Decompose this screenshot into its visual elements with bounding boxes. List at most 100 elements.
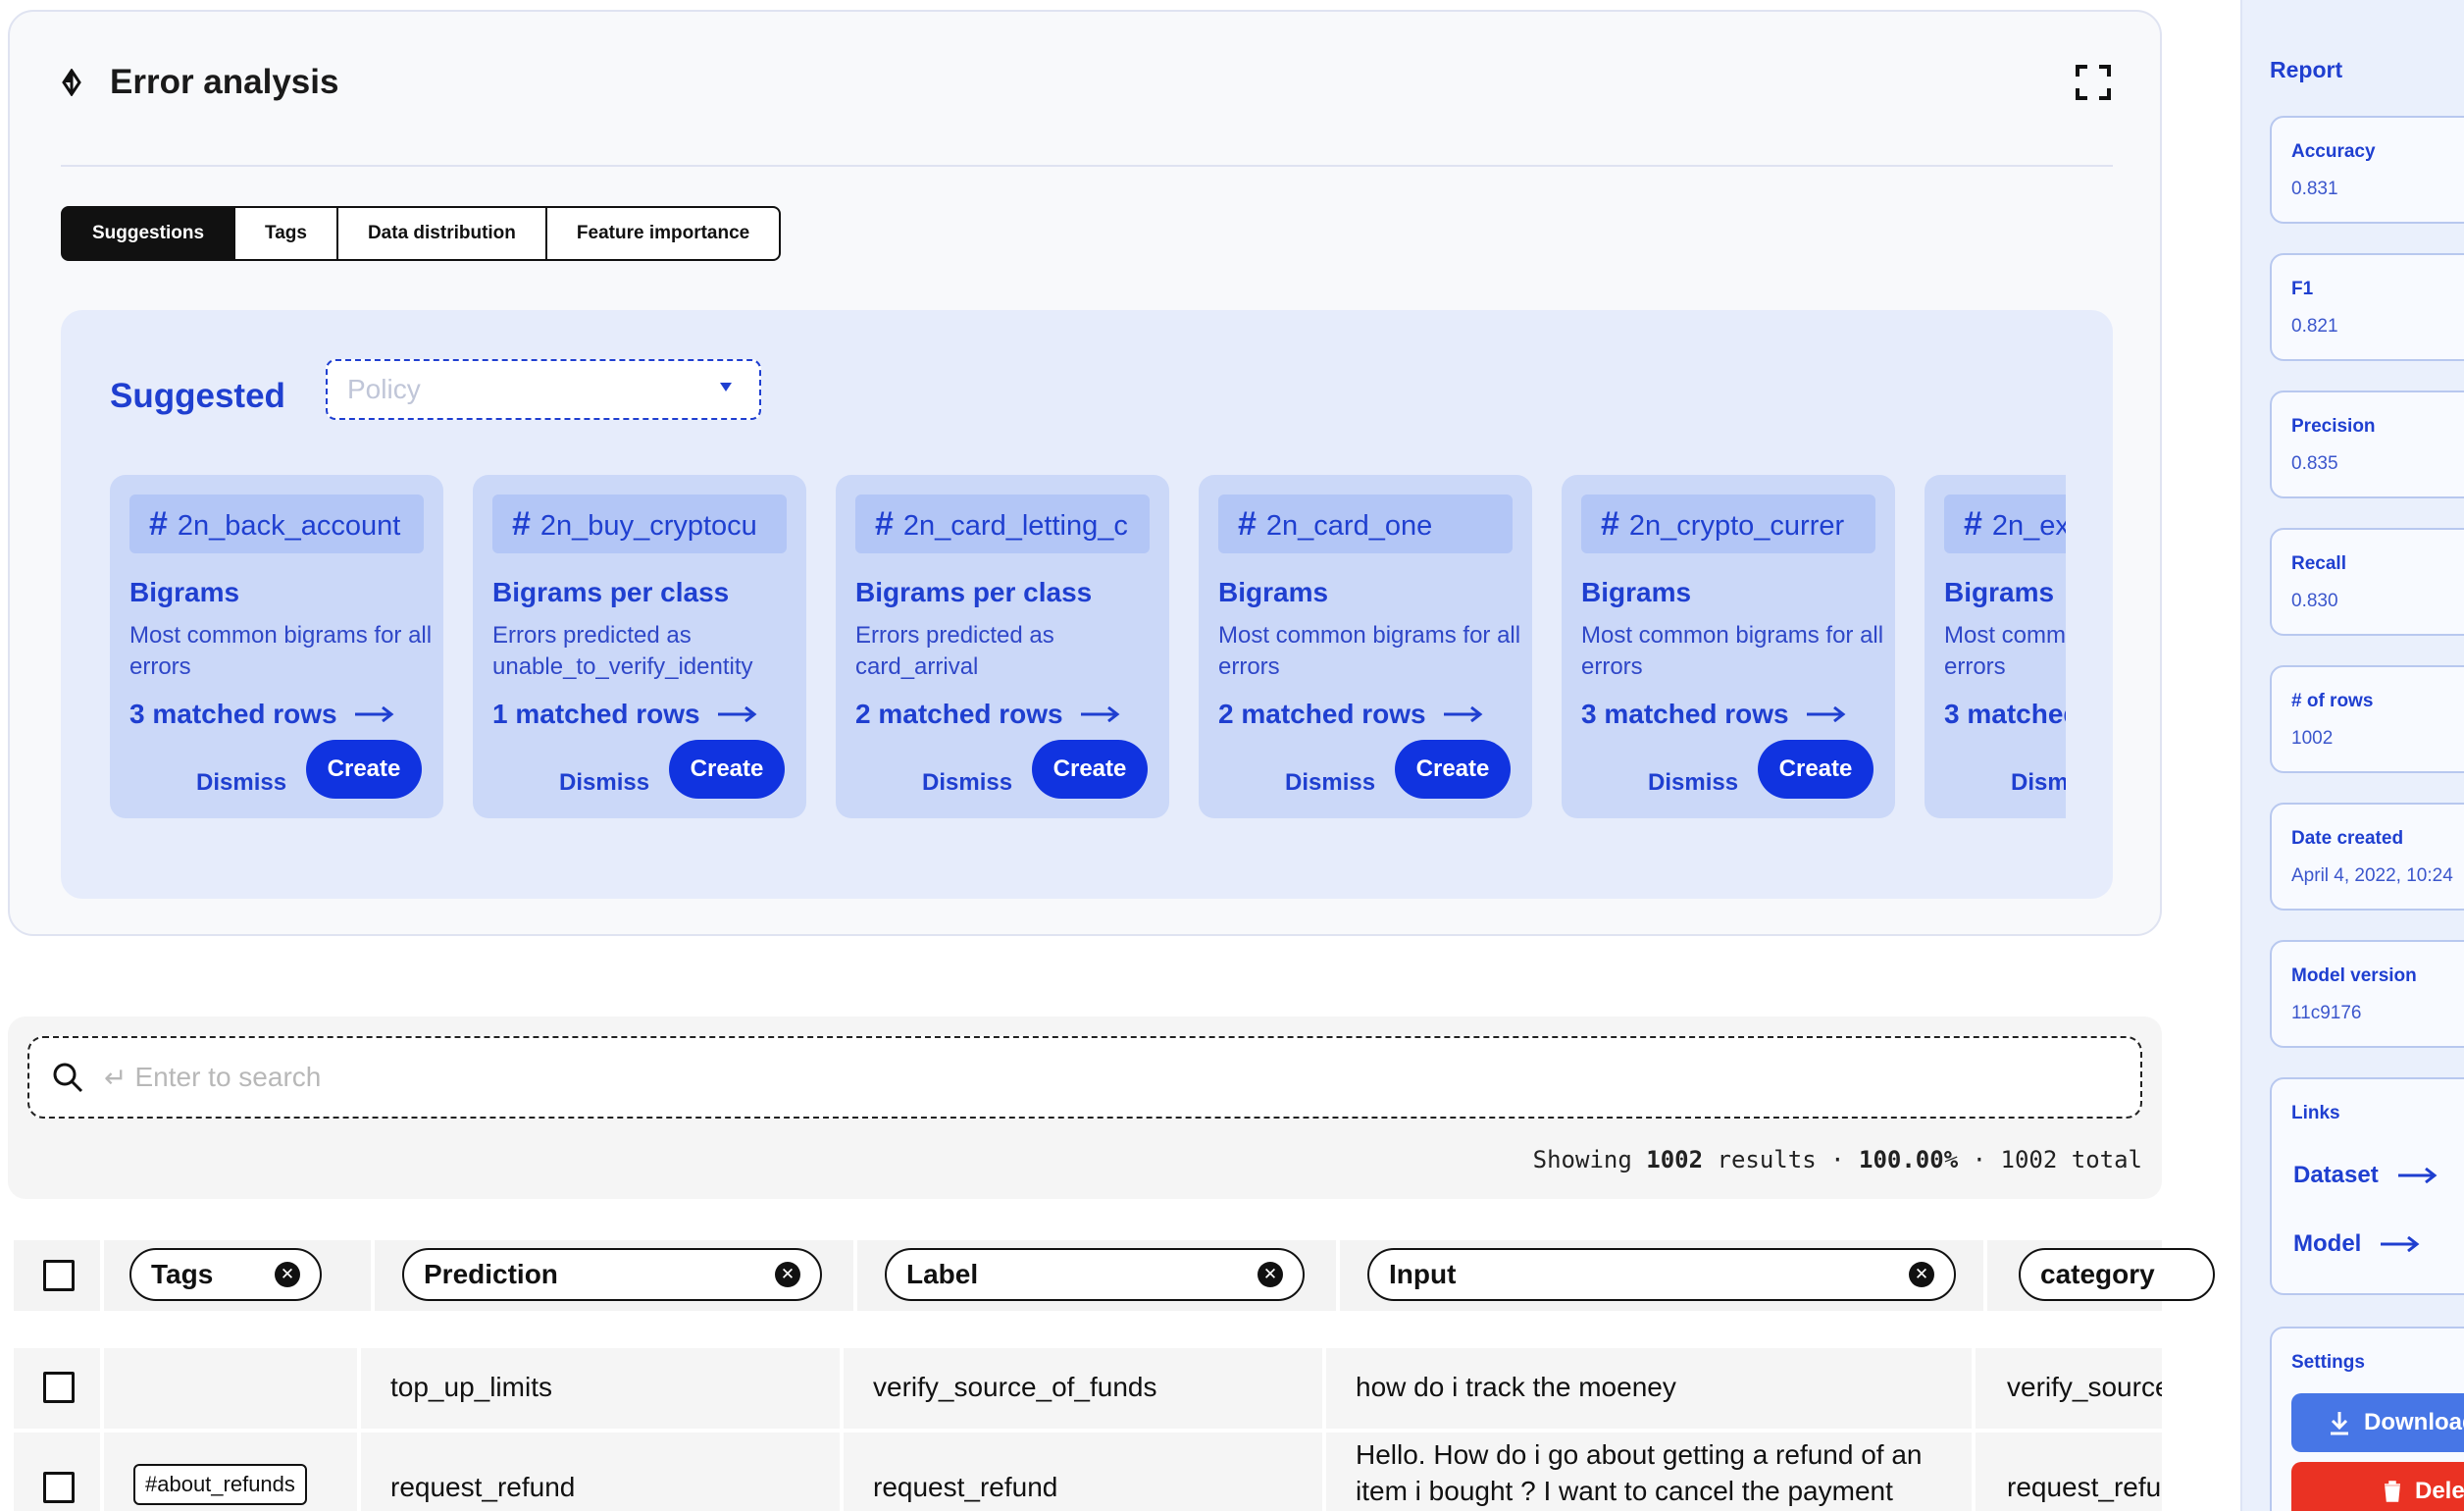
header-cell-label: Label ✕ bbox=[857, 1240, 1340, 1311]
hash-icon: # bbox=[149, 505, 168, 543]
suggestion-tag-label: 2n_crypto_currer bbox=[1628, 510, 1845, 542]
tab-feature-importance[interactable]: Feature importance bbox=[544, 206, 782, 261]
create-button[interactable]: Create bbox=[1395, 740, 1511, 799]
hash-icon: # bbox=[1601, 505, 1619, 543]
suggestion-tag-label: 2n_card_one bbox=[1265, 510, 1433, 542]
results-percent: 100.00% bbox=[1859, 1146, 1959, 1173]
row-tag[interactable]: #about_refunds bbox=[133, 1464, 307, 1505]
suggestion-card: #2n_card_letting_c Bigrams per class Err… bbox=[836, 475, 1169, 818]
column-category[interactable]: category bbox=[2019, 1248, 2215, 1301]
column-divider bbox=[100, 1433, 104, 1511]
matched-rows-link[interactable]: 2 matched rows bbox=[1218, 699, 1483, 730]
matched-rows-link[interactable]: 3 matched rows bbox=[129, 699, 394, 730]
dismiss-button[interactable]: Dismiss bbox=[1285, 754, 1375, 812]
select-all-cell bbox=[14, 1240, 104, 1311]
dismiss-button[interactable]: Dismiss bbox=[559, 754, 649, 812]
close-icon[interactable]: ✕ bbox=[275, 1262, 300, 1287]
settings-card: Settings Download Delete bbox=[2270, 1327, 2464, 1511]
dataset-link[interactable]: Dataset bbox=[2293, 1162, 2438, 1189]
matched-rows-link[interactable]: 3 matched rows bbox=[1944, 699, 2066, 730]
app: Error analysis Suggestions Tags Data dis… bbox=[0, 0, 2464, 1511]
table-row[interactable]: top_up_limits verify_source_of_funds how… bbox=[14, 1348, 2162, 1429]
column-prediction[interactable]: Prediction ✕ bbox=[402, 1248, 822, 1301]
delete-button[interactable]: Delete bbox=[2291, 1462, 2464, 1511]
download-button[interactable]: Download bbox=[2291, 1393, 2464, 1452]
close-icon[interactable]: ✕ bbox=[775, 1262, 800, 1287]
column-label[interactable]: Label ✕ bbox=[885, 1248, 1305, 1301]
suggestion-tag: #2n_card_one bbox=[1218, 495, 1513, 553]
download-label: Download bbox=[2364, 1409, 2464, 1435]
suggestion-description: Errors predicted as card_arrival bbox=[855, 622, 1054, 680]
metric-card-recall: Recall 0.830 bbox=[2270, 528, 2464, 636]
metric-value: April 4, 2022, 10:24 bbox=[2291, 865, 2453, 886]
input-cell: Hello. How do i go about getting a refun… bbox=[1356, 1439, 1923, 1506]
diamond-icon bbox=[61, 63, 98, 102]
dismiss-button[interactable]: Dismiss bbox=[922, 754, 1012, 812]
dismiss-button[interactable]: Dismiss bbox=[1648, 754, 1738, 812]
dismiss-button[interactable]: Dismiss bbox=[2011, 754, 2066, 812]
metric-value: 0.821 bbox=[2291, 316, 2338, 337]
suggestion-description: Most common bigrams for all errors bbox=[1944, 622, 2066, 680]
column-divider bbox=[840, 1348, 844, 1429]
suggestion-cards: #2n_back_account Bigrams Most common big… bbox=[110, 475, 2066, 828]
matched-rows-label: 2 matched rows bbox=[1218, 699, 1426, 729]
policy-dropdown[interactable]: Policy bbox=[326, 359, 761, 420]
metric-card-accuracy: Accuracy 0.831 bbox=[2270, 116, 2464, 224]
column-input[interactable]: Input ✕ bbox=[1367, 1248, 1956, 1301]
model-link[interactable]: Model bbox=[2293, 1230, 2420, 1258]
matched-rows-link[interactable]: 3 matched rows bbox=[1581, 699, 1846, 730]
category-cell: request_refund bbox=[2007, 1472, 2162, 1502]
enter-key-icon: ↵ bbox=[104, 1062, 128, 1093]
links-card: Links Dataset Model bbox=[2270, 1077, 2464, 1295]
tab-tags[interactable]: Tags bbox=[233, 206, 338, 261]
label-cell: request_refund bbox=[873, 1472, 1058, 1502]
column-tags[interactable]: Tags ✕ bbox=[129, 1248, 322, 1301]
suggestion-tag: #2n_buy_cryptocu bbox=[492, 495, 787, 553]
matched-rows-link[interactable]: 2 matched rows bbox=[855, 699, 1120, 730]
arrow-right-icon bbox=[1806, 706, 1846, 722]
matched-rows-label: 3 matched rows bbox=[1944, 699, 2066, 729]
column-category-label: category bbox=[2040, 1259, 2155, 1289]
suggestion-tag-label: 2n_buy_cryptocu bbox=[539, 510, 757, 542]
dismiss-button[interactable]: Dismiss bbox=[196, 754, 286, 812]
create-button[interactable]: Create bbox=[306, 740, 422, 799]
create-button[interactable]: Create bbox=[669, 740, 785, 799]
column-input-label: Input bbox=[1389, 1259, 1457, 1289]
suggestion-tag-label: 2n_extr bbox=[1991, 510, 2066, 542]
table-row[interactable]: #about_refunds request_refund request_re… bbox=[14, 1433, 2162, 1511]
tab-data-distribution[interactable]: Data distribution bbox=[335, 206, 547, 261]
expand-icon[interactable] bbox=[2074, 63, 2113, 102]
trash-icon bbox=[2385, 1481, 2400, 1502]
matched-rows-label: 3 matched rows bbox=[1581, 699, 1789, 729]
tab-suggestions[interactable]: Suggestions bbox=[61, 206, 236, 261]
matched-rows-link[interactable]: 1 matched rows bbox=[492, 699, 757, 730]
metric-card-model-version: Model version 11c9176 bbox=[2270, 940, 2464, 1048]
column-label-label: Label bbox=[906, 1259, 979, 1289]
create-button[interactable]: Create bbox=[1032, 740, 1148, 799]
metric-card-date-created: Date created April 4, 2022, 10:24 bbox=[2270, 803, 2464, 911]
select-all-checkbox[interactable] bbox=[43, 1260, 75, 1291]
suggestion-tag: #2n_card_letting_c bbox=[855, 495, 1150, 553]
suggestion-title: Bigrams bbox=[1218, 577, 1329, 607]
suggestion-tag-label: 2n_back_account bbox=[177, 510, 401, 542]
suggestion-tag-label: 2n_card_letting_c bbox=[902, 510, 1128, 542]
metric-value: 0.830 bbox=[2291, 591, 2338, 611]
hash-icon: # bbox=[1964, 505, 1982, 543]
arrow-right-icon bbox=[354, 706, 394, 722]
column-divider bbox=[1972, 1433, 1976, 1511]
create-button[interactable]: Create bbox=[1758, 740, 1874, 799]
close-icon[interactable]: ✕ bbox=[1909, 1262, 1934, 1287]
matched-rows-label: 3 matched rows bbox=[129, 699, 337, 729]
suggestion-description: Most common bigrams for all errors bbox=[129, 622, 433, 680]
suggestion-tag: #2n_extr bbox=[1944, 495, 2066, 553]
metric-value: 11c9176 bbox=[2291, 1003, 2362, 1023]
search-input[interactable] bbox=[134, 1062, 1901, 1093]
row-checkbox[interactable] bbox=[43, 1472, 75, 1503]
suggestion-title: Bigrams bbox=[1581, 577, 1692, 607]
row-checkbox[interactable] bbox=[43, 1372, 75, 1403]
close-icon[interactable]: ✕ bbox=[1258, 1262, 1283, 1287]
suggestion-title: Bigrams per class bbox=[855, 577, 1093, 607]
input-cell: how do i track the moeney bbox=[1356, 1372, 1676, 1402]
suggestions-panel: Suggested Policy #2n_back_account Bigram… bbox=[61, 310, 2113, 899]
suggestion-description: Errors predicted as unable_to_verify_ide… bbox=[492, 622, 753, 680]
